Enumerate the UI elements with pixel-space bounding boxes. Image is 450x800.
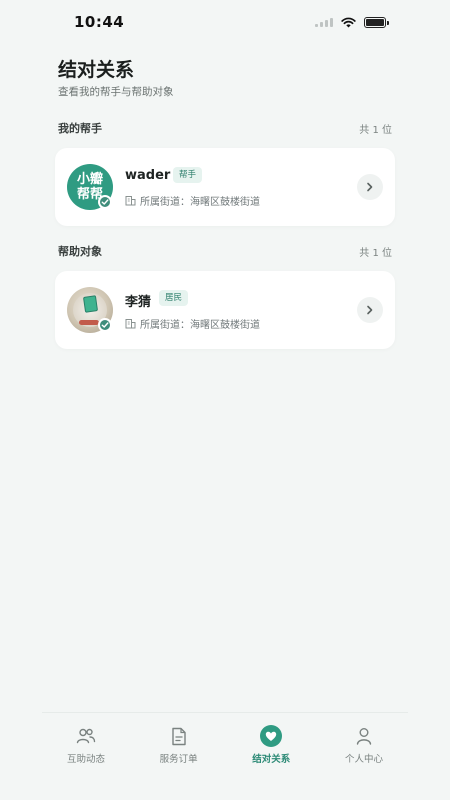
avatar-logo-text-line1: 小瓣 [76,172,103,187]
chevron-right-icon [367,182,373,192]
verified-icon [98,195,112,209]
section-count: 共 1 位 [359,247,392,259]
section-header-helpers: 我的帮手 共 1 位 [58,120,392,136]
card-street: 所属街道：海曙区鼓楼街道 [125,316,260,331]
card-street: 所属街道：海曙区鼓楼街道 [125,193,260,208]
status-time: 10:44 [74,13,125,31]
helper-card[interactable]: 小瓣 帮帮 wader 帮手 所属街道：海曙区鼓楼街道 [55,148,395,226]
detail-button[interactable] [357,297,383,323]
section-header-recipients: 帮助对象 共 1 位 [58,243,392,259]
users-icon [75,725,97,747]
status-bar: 10:44 [0,0,450,44]
bottom-tab-bar: 互助动态 服务订单 结对关系 个人中心 [42,712,408,772]
card-name: 李猜 [125,295,152,310]
detail-button[interactable] [357,174,383,200]
role-tag: 帮手 [173,167,203,183]
signal-icon [315,17,333,27]
section-count: 共 1 位 [359,124,392,136]
verified-icon [98,318,112,332]
page-subtitle: 查看我的帮手与帮助对象 [58,86,174,98]
role-tag: 居民 [159,290,189,306]
street-text: 所属街道：海曙区鼓楼街道 [140,320,260,331]
street-text: 所属街道：海曙区鼓楼街道 [140,197,260,208]
status-icons [315,16,389,28]
tab-label: 结对关系 [252,754,291,765]
tab-mutual-feed[interactable]: 互助动态 [42,713,130,772]
tab-label: 个人中心 [344,754,383,765]
building-icon [125,196,136,206]
section-title: 我的帮手 [58,122,102,135]
page-title: 结对关系 [58,59,135,81]
building-icon [125,319,136,329]
heart-icon [260,725,283,747]
battery-icon [364,16,389,28]
tab-profile[interactable]: 个人中心 [320,713,408,772]
wifi-icon [341,17,356,27]
chevron-right-icon [367,305,373,315]
document-icon [168,725,190,747]
card-name: wader [125,168,171,183]
person-icon [353,725,375,747]
section-title: 帮助对象 [58,245,102,258]
tab-label: 互助动态 [66,754,105,765]
tab-service-orders[interactable]: 服务订单 [135,713,223,772]
tab-label: 服务订单 [159,754,198,765]
tab-pairing[interactable]: 结对关系 [227,713,315,772]
recipient-card[interactable]: 李猜 居民 所属街道：海曙区鼓楼街道 [55,271,395,349]
